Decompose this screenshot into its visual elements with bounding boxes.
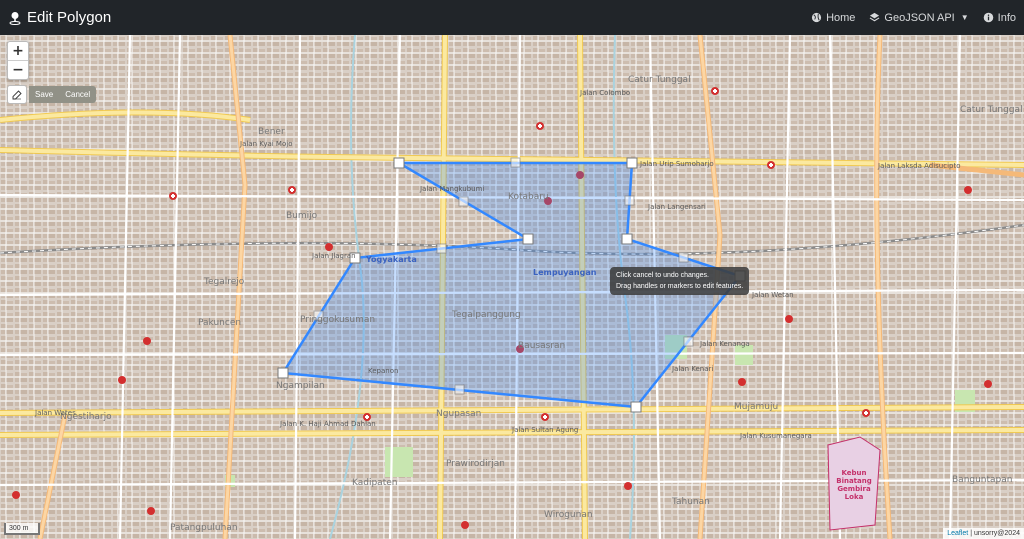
label-zoo: Kebun Binatang Gembira Loka bbox=[836, 469, 872, 501]
label-area: Wirogunan bbox=[544, 510, 593, 520]
caret-down-icon: ▼ bbox=[960, 13, 969, 22]
label-area: Kepanon bbox=[368, 367, 399, 375]
nav-info-label: Info bbox=[997, 11, 1016, 24]
nav-home-label: Home bbox=[826, 11, 856, 24]
nav-geojson-label: GeoJSON API bbox=[884, 11, 955, 24]
label-road: Jalan Urip Sumoharjo bbox=[640, 160, 714, 168]
tooltip-line-2: Drag handles or markers to edit features… bbox=[616, 283, 744, 290]
edit-icon bbox=[12, 89, 22, 99]
nav-info[interactable]: Info bbox=[983, 12, 1016, 24]
scale-bar: 300 m bbox=[4, 523, 40, 535]
navbar: Edit Polygon Home GeoJSON API ▼ Info bbox=[0, 0, 1024, 35]
tooltip-line-1: Click cancel to undo changes. bbox=[616, 272, 709, 279]
globe-icon bbox=[811, 12, 822, 23]
edit-layers-button[interactable] bbox=[7, 85, 27, 104]
label-road: Jalan Wates bbox=[35, 409, 76, 417]
label-area: Banguntapan bbox=[952, 475, 1013, 485]
label-road: Jalan Kyai Mojo bbox=[240, 140, 293, 148]
label-road: Jalan Laksda Adisucipto bbox=[878, 162, 961, 170]
attribution-credit: unsorry@2024 bbox=[973, 530, 1020, 537]
brand[interactable]: Edit Polygon bbox=[8, 9, 111, 26]
label-station: Lempuyangan bbox=[533, 268, 597, 277]
leaflet-link[interactable]: Leaflet bbox=[947, 530, 968, 537]
label-area: Pringgokusuman bbox=[300, 315, 376, 325]
cancel-button[interactable]: Cancel bbox=[59, 86, 96, 103]
label-area: Kadipaten bbox=[352, 478, 398, 488]
label-area: Bener bbox=[258, 127, 285, 137]
label-road: Jalan Colombo bbox=[580, 89, 631, 97]
page-title: Edit Polygon bbox=[27, 9, 112, 26]
edit-toolbar: Save Cancel bbox=[7, 85, 97, 104]
label-area: Kotabaru bbox=[508, 192, 549, 202]
label-area: Pakuncen bbox=[198, 318, 242, 328]
label-area: Bumijo bbox=[286, 211, 318, 221]
label-road: Jalan Wetan bbox=[752, 291, 794, 299]
map-tiles[interactable] bbox=[0, 35, 1024, 539]
edit-actions: Save Cancel bbox=[29, 86, 97, 103]
label-area: Tegalrejo bbox=[204, 277, 245, 287]
map[interactable]: Jalan Urip Sumoharjo Jalan Laksda Adisuc… bbox=[0, 35, 1024, 539]
label-station: Yogyakarta bbox=[366, 255, 417, 264]
label-road: Jalan Mangkubumi bbox=[420, 185, 485, 193]
nav-geojson-api[interactable]: GeoJSON API ▼ bbox=[869, 11, 969, 24]
label-area: Patangpuluhan bbox=[170, 523, 238, 533]
label-road: Jalan Kenanga bbox=[700, 340, 750, 348]
label-road: Jalan K. Haji Ahmad Dahlan bbox=[280, 420, 376, 428]
label-road: Jalan Langensari bbox=[648, 203, 706, 211]
label-road: Jalan Kenari bbox=[672, 365, 714, 373]
nav-home[interactable]: Home bbox=[811, 12, 855, 24]
label-area: Ngupasan bbox=[436, 409, 482, 419]
zoom-out-button[interactable]: − bbox=[8, 60, 28, 79]
zoom-in-button[interactable]: + bbox=[8, 42, 28, 60]
label-road: Jalan Kusumanegara bbox=[740, 432, 812, 440]
save-button[interactable]: Save bbox=[29, 86, 59, 103]
edit-tooltip: Click cancel to undo changes. Drag handl… bbox=[610, 267, 750, 295]
label-area: Bausasran bbox=[518, 341, 566, 351]
label-area: Tahunan bbox=[672, 497, 710, 507]
label-road: Jalan Sultan Agung bbox=[512, 426, 579, 434]
label-area: Mujamuju bbox=[734, 402, 779, 412]
label-area: Catur Tunggal bbox=[628, 75, 691, 85]
zoom-control: + − bbox=[7, 41, 29, 80]
layers-icon bbox=[870, 12, 880, 22]
label-road: Jalan Jlagran bbox=[312, 252, 356, 260]
label-area: Catur Tunggal bbox=[960, 105, 1023, 115]
map-pin-icon bbox=[9, 11, 21, 25]
label-area: Ngampilan bbox=[276, 381, 325, 391]
label-area: Prawirodirjan bbox=[446, 459, 505, 469]
info-icon bbox=[983, 12, 993, 23]
attribution: Leaflet | unsorry@2024 bbox=[943, 528, 1024, 539]
label-area: Tegalpanggung bbox=[452, 310, 521, 320]
